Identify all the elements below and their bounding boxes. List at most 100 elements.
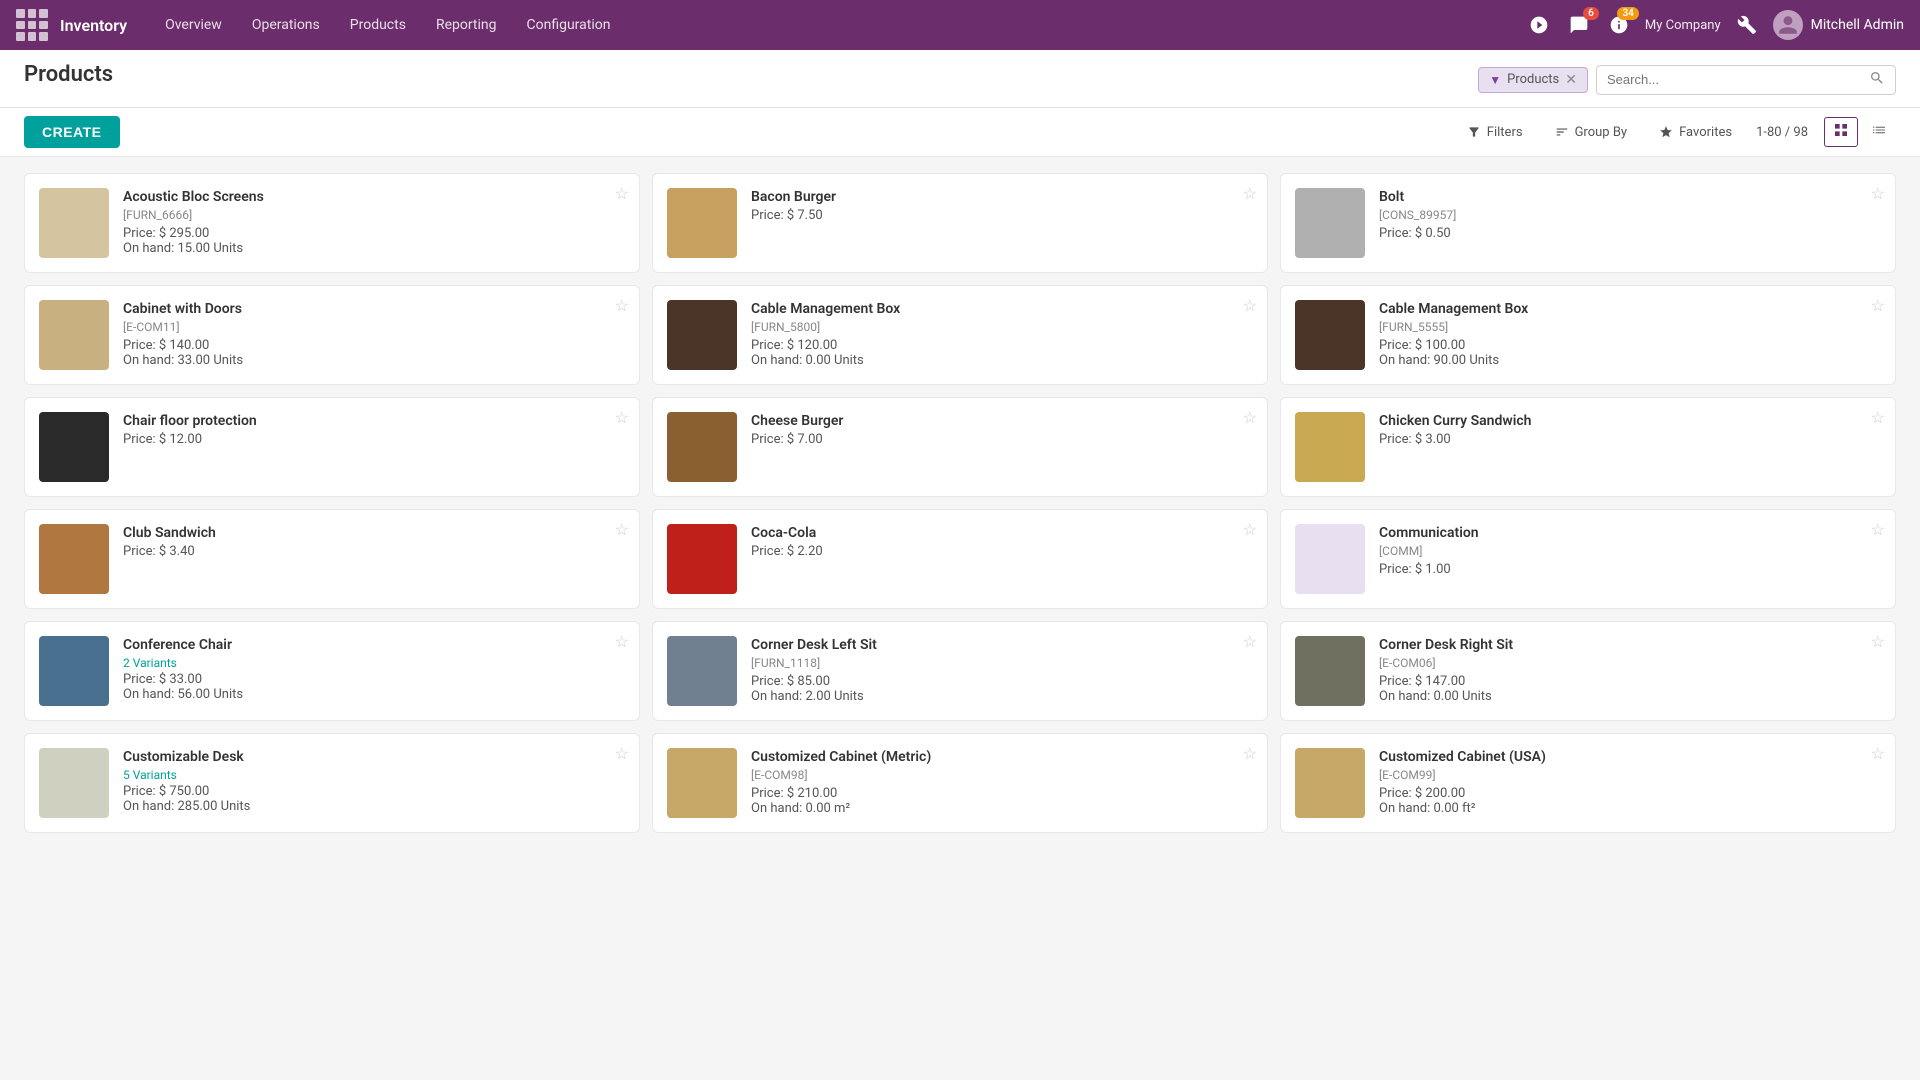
product-price: Price: $ 200.00 <box>1379 786 1881 801</box>
product-price: Price: $ 12.00 <box>123 432 625 447</box>
product-card[interactable]: Customized Cabinet (Metric)[E-COM98]Pric… <box>652 733 1268 833</box>
favorite-star-button[interactable]: ☆ <box>1871 296 1885 316</box>
product-price: Price: $ 295.00 <box>123 226 625 241</box>
filters-button[interactable]: Filters <box>1459 121 1531 144</box>
product-name: Customizable Desk <box>123 748 625 766</box>
product-ref: [FURN_5800] <box>751 320 1253 334</box>
product-card[interactable]: Communication[COMM]Price: $ 1.00☆ <box>1280 509 1896 609</box>
product-image <box>1295 636 1365 706</box>
nav-overview[interactable]: Overview <box>151 9 236 41</box>
product-price: Price: $ 210.00 <box>751 786 1253 801</box>
product-card[interactable]: Bacon Burger Price: $ 7.50 ☆ <box>652 173 1268 273</box>
favorite-star-button[interactable]: ☆ <box>1871 408 1885 428</box>
favorite-star-button[interactable]: ☆ <box>1871 184 1885 204</box>
product-price: Price: $ 147.00 <box>1379 674 1881 689</box>
product-card[interactable]: Corner Desk Right Sit[E-COM06]Price: $ 1… <box>1280 621 1896 721</box>
product-name: Chicken Curry Sandwich <box>1379 412 1881 430</box>
favorite-star-button[interactable]: ☆ <box>1243 408 1257 428</box>
product-onhand: On hand: 56.00 Units <box>123 687 625 702</box>
filter-tag-close[interactable]: ✕ <box>1565 72 1577 88</box>
product-card[interactable]: Customized Cabinet (USA)[E-COM99]Price: … <box>1280 733 1896 833</box>
product-card[interactable]: Chair floor protection Price: $ 12.00 ☆ <box>24 397 640 497</box>
filters-label: Filters <box>1487 125 1523 140</box>
product-image <box>1295 412 1365 482</box>
favorite-star-button[interactable]: ☆ <box>1871 520 1885 540</box>
product-card[interactable]: Club Sandwich Price: $ 3.40 ☆ <box>24 509 640 609</box>
company-name[interactable]: My Company <box>1645 18 1721 33</box>
product-ref: [COMM] <box>1379 544 1881 558</box>
product-ref: [CONS_89957] <box>1379 208 1881 222</box>
favorite-star-button[interactable]: ☆ <box>615 520 629 540</box>
product-card[interactable]: Cabinet with Doors[E-COM11]Price: $ 140.… <box>24 285 640 385</box>
favorite-star-button[interactable]: ☆ <box>1243 184 1257 204</box>
product-image <box>667 524 737 594</box>
groupby-button[interactable]: Group By <box>1547 121 1636 144</box>
product-card[interactable]: Cheese BurgerPrice: $ 7.00☆ <box>652 397 1268 497</box>
product-price: Price: $ 0.50 <box>1379 226 1881 241</box>
create-button[interactable]: CREATE <box>24 116 120 148</box>
favorite-star-button[interactable]: ☆ <box>615 632 629 652</box>
favorites-button[interactable]: Favorites <box>1651 121 1740 144</box>
product-price: Price: $ 7.50 <box>751 208 1253 223</box>
favorite-star-button[interactable]: ☆ <box>1243 520 1257 540</box>
favorite-star-button[interactable]: ☆ <box>615 184 629 204</box>
avatar <box>1773 10 1803 40</box>
product-price: Price: $ 1.00 <box>1379 562 1881 577</box>
product-name: Club Sandwich <box>123 524 625 542</box>
product-card[interactable]: Cable Management Box[FURN_5555]Price: $ … <box>1280 285 1896 385</box>
nav-operations[interactable]: Operations <box>238 9 334 41</box>
favorite-star-button[interactable]: ☆ <box>615 296 629 316</box>
kanban-view-button[interactable] <box>1824 117 1858 147</box>
search-icon[interactable] <box>1869 70 1885 90</box>
favorite-star-button[interactable]: ☆ <box>1871 744 1885 764</box>
updates-icon[interactable]: 34 <box>1605 11 1633 39</box>
view-buttons <box>1824 117 1896 147</box>
page-header: Products ▼ Products ✕ <box>0 50 1920 108</box>
product-variants: 2 Variants <box>123 656 625 670</box>
product-card[interactable]: Chicken Curry SandwichPrice: $ 3.00☆ <box>1280 397 1896 497</box>
product-price: Price: $ 2.20 <box>751 544 1253 559</box>
activity-icon[interactable] <box>1525 11 1553 39</box>
product-onhand: On hand: 0.00 Units <box>751 353 1253 368</box>
product-variants: 5 Variants <box>123 768 625 782</box>
product-price: Price: $ 3.40 <box>123 544 625 559</box>
top-menu: Overview Operations Products Reporting C… <box>151 9 1521 41</box>
product-name: Chair floor protection <box>123 412 625 430</box>
product-name: Bacon Burger <box>751 188 1253 206</box>
products-container: Acoustic Bloc Screens[FURN_6666]Price: $… <box>0 157 1920 849</box>
list-view-button[interactable] <box>1862 117 1896 147</box>
favorite-star-button[interactable]: ☆ <box>615 744 629 764</box>
nav-configuration[interactable]: Configuration <box>513 9 625 41</box>
product-card[interactable]: Customizable Desk5 VariantsPrice: $ 750.… <box>24 733 640 833</box>
active-filter-tag[interactable]: ▼ Products ✕ <box>1478 67 1588 93</box>
app-grid-icon[interactable] <box>16 9 48 41</box>
product-image <box>1295 748 1365 818</box>
product-name: Corner Desk Left Sit <box>751 636 1253 654</box>
favorite-star-button[interactable]: ☆ <box>1243 632 1257 652</box>
user-menu[interactable]: Mitchell Admin <box>1773 10 1904 40</box>
product-card[interactable]: Bolt[CONS_89957]Price: $ 0.50☆ <box>1280 173 1896 273</box>
product-image <box>667 300 737 370</box>
favorite-star-button[interactable]: ☆ <box>615 408 629 428</box>
product-card[interactable]: Coca-ColaPrice: $ 2.20☆ <box>652 509 1268 609</box>
products-grid: Acoustic Bloc Screens[FURN_6666]Price: $… <box>24 173 1896 833</box>
search-input[interactable] <box>1607 72 1869 87</box>
favorite-star-button[interactable]: ☆ <box>1243 744 1257 764</box>
product-card[interactable]: Cable Management Box[FURN_5800]Price: $ … <box>652 285 1268 385</box>
chat-icon[interactable]: 6 <box>1565 11 1593 39</box>
nav-reporting[interactable]: Reporting <box>422 9 511 41</box>
product-card[interactable]: Acoustic Bloc Screens[FURN_6666]Price: $… <box>24 173 640 273</box>
favorite-star-button[interactable]: ☆ <box>1871 632 1885 652</box>
product-name: Cable Management Box <box>1379 300 1881 318</box>
product-card[interactable]: Conference Chair2 VariantsPrice: $ 33.00… <box>24 621 640 721</box>
nav-products[interactable]: Products <box>336 9 420 41</box>
product-card[interactable]: Corner Desk Left Sit[FURN_1118]Price: $ … <box>652 621 1268 721</box>
product-image <box>39 188 109 258</box>
product-name: Conference Chair <box>123 636 625 654</box>
product-ref: [FURN_1118] <box>751 656 1253 670</box>
favorite-star-button[interactable]: ☆ <box>1243 296 1257 316</box>
app-brand[interactable]: Inventory <box>60 16 127 35</box>
product-name: Cable Management Box <box>751 300 1253 318</box>
settings-icon[interactable] <box>1733 11 1761 39</box>
product-image <box>39 300 109 370</box>
